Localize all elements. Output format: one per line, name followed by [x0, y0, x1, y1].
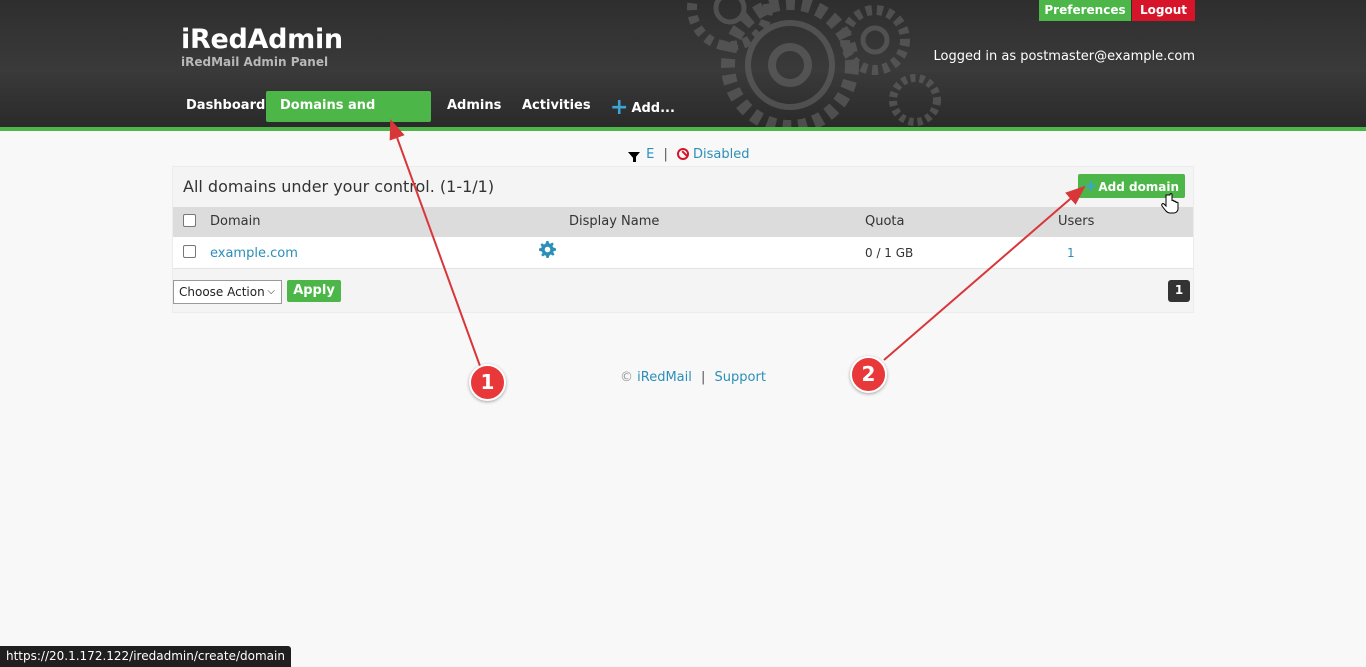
users-link[interactable]: 1	[1067, 246, 1075, 260]
plus-icon: +	[610, 95, 629, 120]
domain-link[interactable]: example.com	[210, 246, 298, 261]
brand-title: iRedAdmin	[181, 24, 343, 55]
logout-button[interactable]: Logout	[1132, 0, 1195, 21]
column-header-quota[interactable]: Quota	[865, 214, 905, 229]
status-bar-url: https://20.1.172.122/iredadmin/create/do…	[0, 646, 291, 667]
nav-domains-and-accounts[interactable]: Domains and Accounts	[266, 91, 431, 122]
nav-activities[interactable]: Activities	[508, 91, 605, 122]
disabled-icon	[677, 148, 690, 160]
preferences-button[interactable]: Preferences	[1039, 0, 1131, 21]
copyright-symbol: ©	[620, 370, 633, 385]
column-header-domain[interactable]: Domain	[210, 214, 260, 229]
chevron-down-icon: ⌵	[267, 286, 275, 297]
column-header-users[interactable]: Users	[1058, 214, 1094, 229]
annotation-badge-1: 1	[469, 364, 506, 401]
filter-disabled-link[interactable]: Disabled	[677, 147, 750, 162]
filter-separator: |	[663, 147, 668, 162]
filter-icon	[628, 147, 642, 162]
logged-in-label: Logged in as postmaster@example.com	[933, 49, 1195, 64]
brand-subtitle: iRedMail Admin Panel	[181, 55, 329, 69]
add-domain-label: Add domain	[1098, 180, 1180, 194]
nav-dashboard[interactable]: Dashboard	[172, 91, 279, 122]
apply-button[interactable]: Apply	[287, 280, 341, 302]
nav-admins[interactable]: Admins	[433, 91, 515, 122]
select-all-checkbox[interactable]	[183, 214, 196, 227]
plus-icon: +	[1083, 176, 1098, 195]
add-domain-button[interactable]: +Add domain	[1078, 174, 1185, 198]
footer-separator: |	[701, 370, 706, 385]
table-row: example.com 0 / 1 GB 1	[173, 237, 1193, 269]
quota-cell: 0 / 1 GB	[865, 246, 914, 260]
header: iRedAdmin iRedMail Admin Panel Preferenc…	[0, 0, 1366, 131]
choose-action-value: Choose Action	[179, 285, 265, 299]
domains-panel: All domains under your control. (1-1/1) …	[172, 166, 1194, 313]
choose-action-select[interactable]: Choose Action ⌵	[173, 280, 282, 304]
filter-letter-link[interactable]: E	[646, 147, 654, 162]
support-link[interactable]: Support	[715, 370, 766, 385]
annotation-badge-2: 2	[850, 356, 887, 393]
nav-add-label: Add...	[631, 101, 675, 116]
table-header: Domain Display Name Quota Users	[173, 207, 1193, 237]
row-checkbox[interactable]	[183, 245, 196, 258]
footer: © iRedMail | Support	[620, 370, 766, 385]
filter-disabled-label: Disabled	[693, 147, 750, 162]
column-header-display-name[interactable]: Display Name	[569, 214, 659, 229]
settings-gear-icon[interactable]	[539, 241, 556, 258]
iredmail-link[interactable]: iRedMail	[637, 370, 692, 385]
gears-decoration-icon	[687, 0, 941, 127]
panel-title: All domains under your control. (1-1/1)	[183, 177, 495, 196]
nav-add[interactable]: + Add...	[596, 91, 689, 122]
filter-row: E | Disabled	[628, 146, 750, 162]
pagination-page-button[interactable]: 1	[1168, 280, 1190, 302]
